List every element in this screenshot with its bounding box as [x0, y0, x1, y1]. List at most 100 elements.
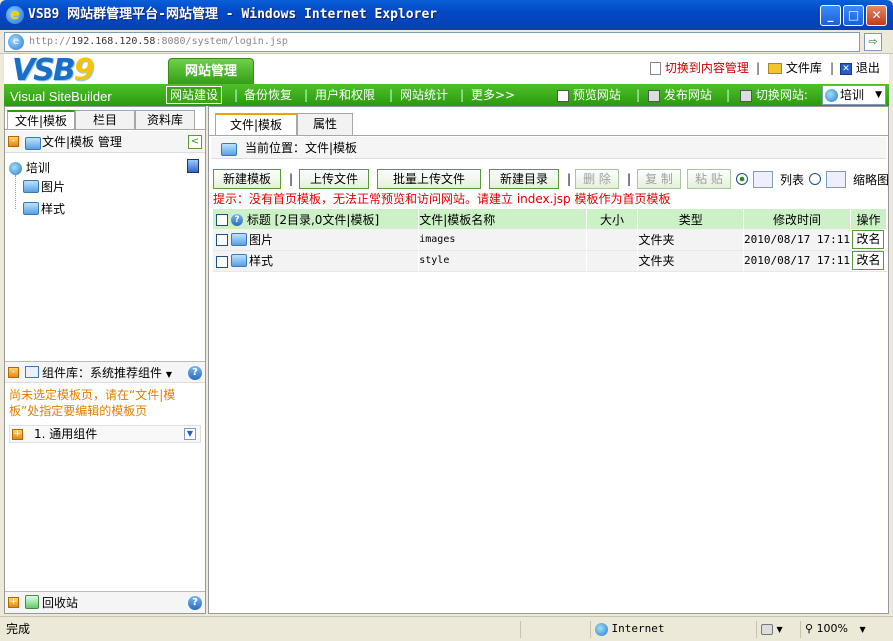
chevron-down-icon: ▼	[859, 625, 866, 634]
row-modified: 2010/08/17 17:11	[743, 229, 851, 251]
collapse-panel-button[interactable]: <	[188, 135, 202, 149]
folder-icon	[23, 180, 39, 193]
row-size	[586, 229, 639, 251]
expand-icon[interactable]: +	[12, 429, 23, 440]
zoom-control[interactable]: ⚲ 100% ▼	[800, 621, 886, 638]
protected-mode-icon[interactable]: ▼	[756, 621, 796, 638]
location-bar: 当前位置：文件|模板	[211, 137, 886, 159]
dropdown-icon[interactable]: ▼	[184, 428, 196, 440]
tree-view-icon[interactable]	[187, 159, 199, 173]
new-directory-button[interactable]: 新建目录	[489, 169, 559, 189]
collapse-icon[interactable]: -	[8, 367, 19, 378]
view-list-label: 列表	[780, 173, 805, 187]
col-title: ? 标题 [2目录,0文件|模板]	[213, 209, 420, 229]
help-icon[interactable]: ?	[188, 596, 202, 610]
window-title: VSB9 网站群管理平台-网站管理 - Windows Internet Exp…	[28, 7, 438, 22]
recycle-bar[interactable]: + 回收站 ?	[5, 591, 205, 613]
paste-button[interactable]: 粘 贴	[687, 169, 731, 189]
component-header: - 组件库：系统推荐组件 ▼ ?	[5, 361, 205, 383]
folder-icon	[768, 63, 782, 74]
row-checkbox[interactable]	[216, 234, 228, 247]
tab-resources[interactable]: 资料库	[135, 110, 195, 130]
ie-logo-icon: e	[6, 6, 24, 24]
new-template-button[interactable]: 新建模板	[213, 169, 281, 189]
nav-site-build[interactable]: 网站建设	[166, 86, 223, 104]
help-icon[interactable]: ?	[188, 366, 202, 380]
minimize-button[interactable]: _	[820, 5, 841, 26]
expand-icon[interactable]: +	[8, 597, 19, 608]
page-icon: e	[8, 34, 24, 50]
rename-button[interactable]: 改名	[852, 229, 885, 249]
view-thumb-radio[interactable]	[809, 173, 821, 185]
recycle-label: 回收站	[42, 596, 79, 610]
tab-properties[interactable]: 属性	[297, 113, 353, 135]
row-checkbox[interactable]	[216, 255, 228, 268]
security-zone: Internet	[590, 621, 750, 638]
folder-icon	[231, 254, 247, 267]
url-prefix: http://	[29, 36, 72, 47]
view-list-radio[interactable]	[736, 173, 748, 185]
recycle-bin-icon	[25, 595, 39, 609]
batch-upload-button[interactable]: 批量上传文件	[377, 169, 481, 189]
copy-button[interactable]: 复 制	[637, 169, 681, 189]
address-input[interactable]: e http://192.168.120.58:8080/system/logi…	[4, 32, 860, 52]
tree-item-images[interactable]: 图片	[23, 178, 65, 196]
nav-more[interactable]: 更多>>	[471, 87, 515, 103]
nav-stats[interactable]: 网站统计	[400, 87, 448, 103]
nav-users[interactable]: 用户和权限	[315, 87, 375, 103]
preview-site-button[interactable]: 预览网站	[557, 87, 621, 103]
row-title[interactable]: 图片	[249, 233, 273, 247]
chevron-down-icon: ▼	[776, 625, 783, 634]
logo-subtitle: Visual SiteBuilder	[10, 89, 112, 104]
table-row[interactable]: 样式 style 文件夹 2010/08/17 17:11 改名	[213, 250, 888, 272]
upload-file-button[interactable]: 上传文件	[299, 169, 369, 189]
internet-globe-icon	[595, 622, 608, 636]
logout-link[interactable]: ✕ 退出	[840, 60, 880, 76]
table-row[interactable]: 图片 images 文件夹 2010/08/17 17:11 改名	[213, 229, 888, 251]
window-title-bar[interactable]: e VSB9 网站群管理平台-网站管理 - Windows Internet E…	[0, 0, 893, 30]
lock-icon	[761, 623, 773, 635]
folder-icon	[23, 202, 39, 215]
main-nav: Visual SiteBuilder 网站建设 | 备份恢复 | 用户和权限 |…	[4, 84, 889, 106]
list-view-icon	[753, 171, 773, 188]
delete-button[interactable]: 删 除	[575, 169, 619, 189]
row-type: 文件夹	[637, 229, 744, 251]
view-thumb-label: 缩略图	[853, 173, 888, 187]
collapse-icon[interactable]: -	[8, 136, 19, 147]
help-icon[interactable]: ?	[231, 214, 243, 226]
col-modified: 修改时间	[743, 209, 851, 229]
component-hint: 尚未选定模板页，请在“文件|模板”处指定要编辑的模板页	[9, 388, 176, 418]
right-panel: 文件|模板 属性 当前位置：文件|模板 新建模板 | 上传文件 批量上传文件 新…	[208, 106, 889, 614]
component-library-select[interactable]: 组件库：系统推荐组件 ▼	[42, 365, 172, 383]
col-size: 大小	[586, 209, 639, 229]
tab-columns[interactable]: 栏目	[75, 110, 135, 130]
site-select[interactable]: 培训 ▼	[822, 85, 886, 105]
folder-icon	[231, 232, 247, 246]
publish-site-button[interactable]: 发布网站	[648, 87, 712, 103]
url-rest: :8080/system/login.jsp	[155, 36, 288, 47]
vsb-logo: VSB9	[12, 53, 95, 88]
tab-site-management[interactable]: 网站管理	[168, 58, 254, 86]
site-globe-icon	[825, 89, 838, 102]
document-icon	[650, 62, 661, 75]
col-type: 类型	[637, 209, 744, 229]
file-library-link[interactable]: 文件库	[768, 60, 822, 76]
switch-content-link[interactable]: 切换到内容管理	[650, 60, 749, 76]
select-all-checkbox[interactable]	[216, 214, 228, 226]
nav-backup[interactable]: 备份恢复	[244, 87, 292, 103]
logo-text: VSB	[12, 53, 76, 88]
component-item[interactable]: + 1. 通用组件 ▼	[9, 425, 201, 443]
col-name: 文件|模板名称	[418, 209, 587, 229]
go-icon[interactable]: ⇨	[864, 33, 882, 51]
table-header-row: ? 标题 [2目录,0文件|模板] 文件|模板名称 大小 类型 修改时间 操作	[213, 209, 888, 229]
location-folder-icon	[221, 143, 237, 156]
row-title[interactable]: 样式	[249, 254, 273, 268]
tab-files-templates-right[interactable]: 文件|模板	[215, 113, 297, 135]
tab-files-templates[interactable]: 文件|模板	[7, 110, 75, 130]
rename-button[interactable]: 改名	[852, 251, 885, 270]
close-button[interactable]: ✕	[866, 5, 887, 26]
no-index-warning: 提示：没有首页模板，无法正常预览和访问网站。请建立 index.jsp 模板作为…	[213, 192, 671, 206]
chevron-down-icon: ▼	[165, 370, 172, 379]
maximize-button[interactable]: □	[843, 5, 864, 26]
tree-item-style[interactable]: 样式	[23, 200, 65, 218]
